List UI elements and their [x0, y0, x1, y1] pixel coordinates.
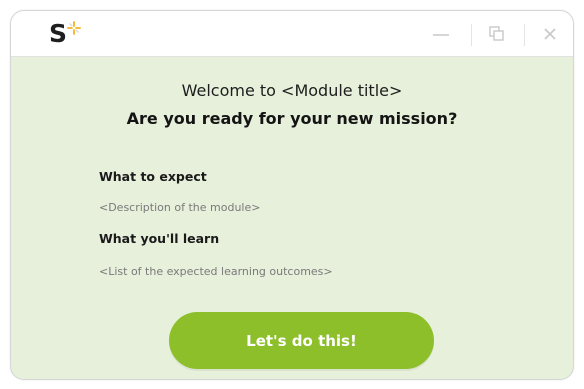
welcome-heading: Welcome to <Module title>: [181, 81, 403, 100]
close-icon: [544, 28, 556, 40]
module-welcome-window: S Welcome to <Module title> Are you read…: [10, 10, 574, 380]
section-title-expect: What to expect: [99, 169, 207, 184]
app-logo: S: [49, 17, 89, 51]
section-description-learn: <List of the expected learning outcomes>: [99, 265, 333, 278]
titlebar-separator: [471, 24, 472, 46]
titlebar-separator: [524, 24, 525, 46]
logo-letter: S: [49, 19, 68, 48]
minimize-button[interactable]: [425, 17, 457, 51]
titlebar: S: [11, 11, 573, 57]
sparkle-icon: [67, 21, 81, 35]
restore-button[interactable]: [481, 17, 513, 51]
module-intro-panel: Welcome to <Module title> Are you ready …: [11, 57, 573, 379]
section-title-learn: What you'll learn: [99, 231, 220, 246]
section-description-expect: <Description of the module>: [99, 201, 261, 214]
restore-icon: [489, 26, 504, 41]
close-button[interactable]: [535, 17, 567, 51]
start-mission-button[interactable]: Let's do this!: [169, 312, 434, 369]
mission-headline: Are you ready for your new mission?: [126, 109, 458, 128]
minimize-icon: [433, 34, 449, 36]
